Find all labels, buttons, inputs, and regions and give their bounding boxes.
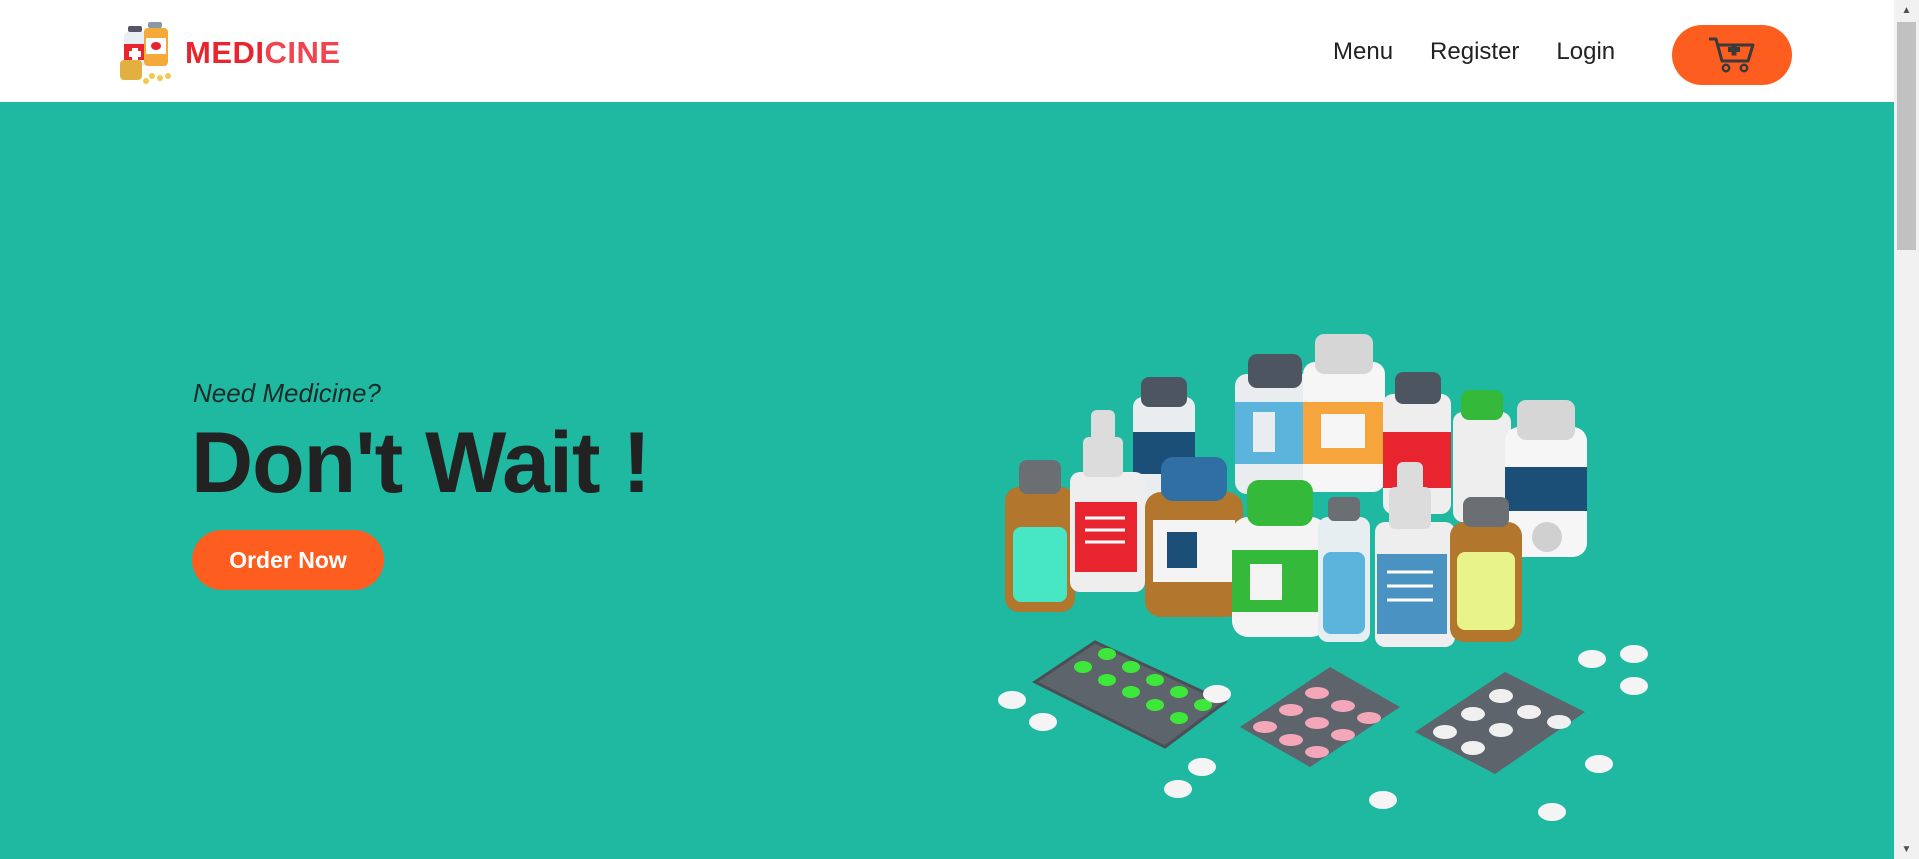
bottle-back-3 — [1303, 334, 1385, 492]
main-nav: Menu Register Login — [1333, 36, 1652, 68]
vial — [1318, 497, 1370, 642]
order-now-button[interactable]: Order Now — [192, 530, 384, 590]
brand-logo[interactable]: MEDICINE — [118, 20, 341, 86]
bottle-front-3 — [1232, 480, 1327, 637]
medicine-illustration — [998, 334, 1648, 821]
nav-link-register[interactable]: Register — [1430, 36, 1519, 68]
cart-icon — [1709, 37, 1755, 73]
blister-pack-white — [1415, 672, 1585, 774]
hero-subtitle: Need Medicine? — [193, 378, 381, 408]
hero-section: Need Medicine? Don't Wait ! Order Now — [0, 102, 1894, 859]
bottle-front-1 — [1005, 460, 1075, 612]
brand-name: MEDICINE — [185, 35, 341, 71]
hero-title: Don't Wait ! — [191, 415, 651, 511]
blister-pack-pink — [1240, 667, 1400, 767]
scroll-down-arrow-icon[interactable]: ▼ — [1894, 839, 1919, 859]
nav-link-login[interactable]: Login — [1556, 36, 1615, 68]
brand-name-part1: MEDI — [185, 35, 265, 70]
cart-button[interactable] — [1672, 25, 1792, 85]
brand-name-part2: CINE — [264, 35, 341, 70]
scroll-up-arrow-icon[interactable]: ▲ — [1894, 0, 1919, 20]
vertical-scrollbar[interactable]: ▲ ▼ — [1894, 0, 1919, 859]
site-header: MEDICINE Menu Register Login — [0, 0, 1894, 102]
scroll-thumb[interactable] — [1897, 22, 1916, 250]
nav-link-menu[interactable]: Menu — [1333, 36, 1393, 68]
medicine-bottles-logo-icon — [120, 22, 171, 84]
blister-pack-green — [1032, 640, 1228, 749]
